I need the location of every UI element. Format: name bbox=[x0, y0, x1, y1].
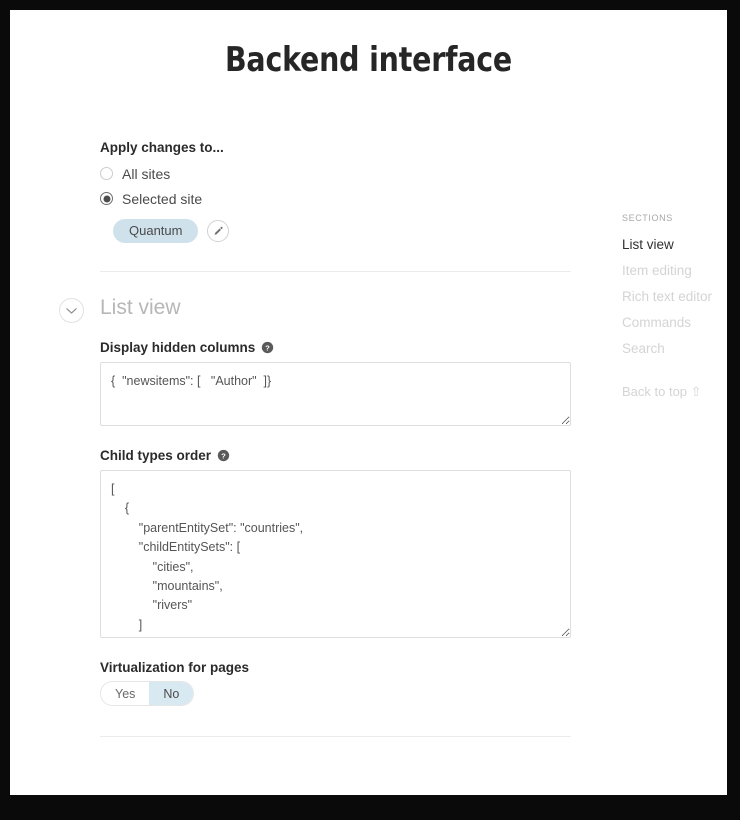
list-view-section-header: List view bbox=[100, 292, 581, 340]
virtualization-toggle-no[interactable]: No bbox=[149, 682, 193, 705]
sidebar-item-list-view[interactable]: List view bbox=[622, 237, 722, 252]
chevron-down-icon bbox=[66, 307, 77, 315]
settings-form: Apply changes to... All sites Selected s… bbox=[100, 140, 581, 737]
pencil-icon bbox=[213, 226, 224, 237]
help-circle-icon[interactable]: ? bbox=[217, 449, 230, 462]
field-virtualization-for-pages: Virtualization for pages Yes No bbox=[100, 660, 581, 706]
virtualization-toggle[interactable]: Yes No bbox=[100, 681, 194, 706]
page-canvas: Backend interface Apply changes to... Al… bbox=[10, 10, 727, 795]
collapse-section-button[interactable] bbox=[59, 298, 84, 323]
label-display-hidden-columns-text: Display hidden columns bbox=[100, 340, 255, 355]
label-virtualization-for-pages: Virtualization for pages bbox=[100, 660, 581, 675]
svg-text:?: ? bbox=[221, 451, 226, 460]
sections-nav: SECTIONS List view Item editing Rich tex… bbox=[622, 213, 722, 400]
edit-site-button[interactable] bbox=[207, 220, 229, 242]
label-display-hidden-columns: Display hidden columns ? bbox=[100, 340, 581, 355]
field-child-types-order: Child types order ? bbox=[100, 448, 581, 638]
help-circle-icon[interactable]: ? bbox=[261, 341, 274, 354]
site-chip-quantum[interactable]: Quantum bbox=[113, 219, 198, 243]
apply-changes-legend: Apply changes to... bbox=[100, 140, 581, 155]
svg-text:?: ? bbox=[265, 343, 270, 352]
sections-nav-heading: SECTIONS bbox=[622, 213, 722, 223]
divider-bottom bbox=[100, 736, 571, 737]
sidebar-item-search[interactable]: Search bbox=[622, 341, 722, 356]
child-types-order-input[interactable] bbox=[100, 470, 571, 638]
selected-site-row: Quantum bbox=[113, 219, 581, 243]
page-title: Backend interface bbox=[35, 10, 702, 80]
back-to-top-link[interactable]: Back to top ⇧ bbox=[622, 384, 722, 400]
section-title-list-view: List view bbox=[100, 292, 581, 320]
virtualization-toggle-yes[interactable]: Yes bbox=[101, 682, 149, 705]
field-display-hidden-columns: Display hidden columns ? bbox=[100, 340, 581, 426]
radio-indicator-selected-site[interactable] bbox=[100, 192, 113, 205]
radio-option-all-sites[interactable]: All sites bbox=[100, 161, 581, 186]
display-hidden-columns-input[interactable] bbox=[100, 362, 571, 426]
radio-label-all-sites: All sites bbox=[122, 166, 170, 182]
radio-label-selected-site: Selected site bbox=[122, 191, 202, 207]
radio-indicator-all-sites[interactable] bbox=[100, 167, 113, 180]
label-child-types-order-text: Child types order bbox=[100, 448, 211, 463]
label-child-types-order: Child types order ? bbox=[100, 448, 581, 463]
sidebar-item-commands[interactable]: Commands bbox=[622, 315, 722, 330]
radio-option-selected-site[interactable]: Selected site bbox=[100, 186, 581, 211]
sidebar-item-item-editing[interactable]: Item editing bbox=[622, 263, 722, 278]
sidebar-item-rich-text-editor[interactable]: Rich text editor bbox=[622, 289, 722, 304]
divider-above-list-view bbox=[100, 271, 571, 272]
